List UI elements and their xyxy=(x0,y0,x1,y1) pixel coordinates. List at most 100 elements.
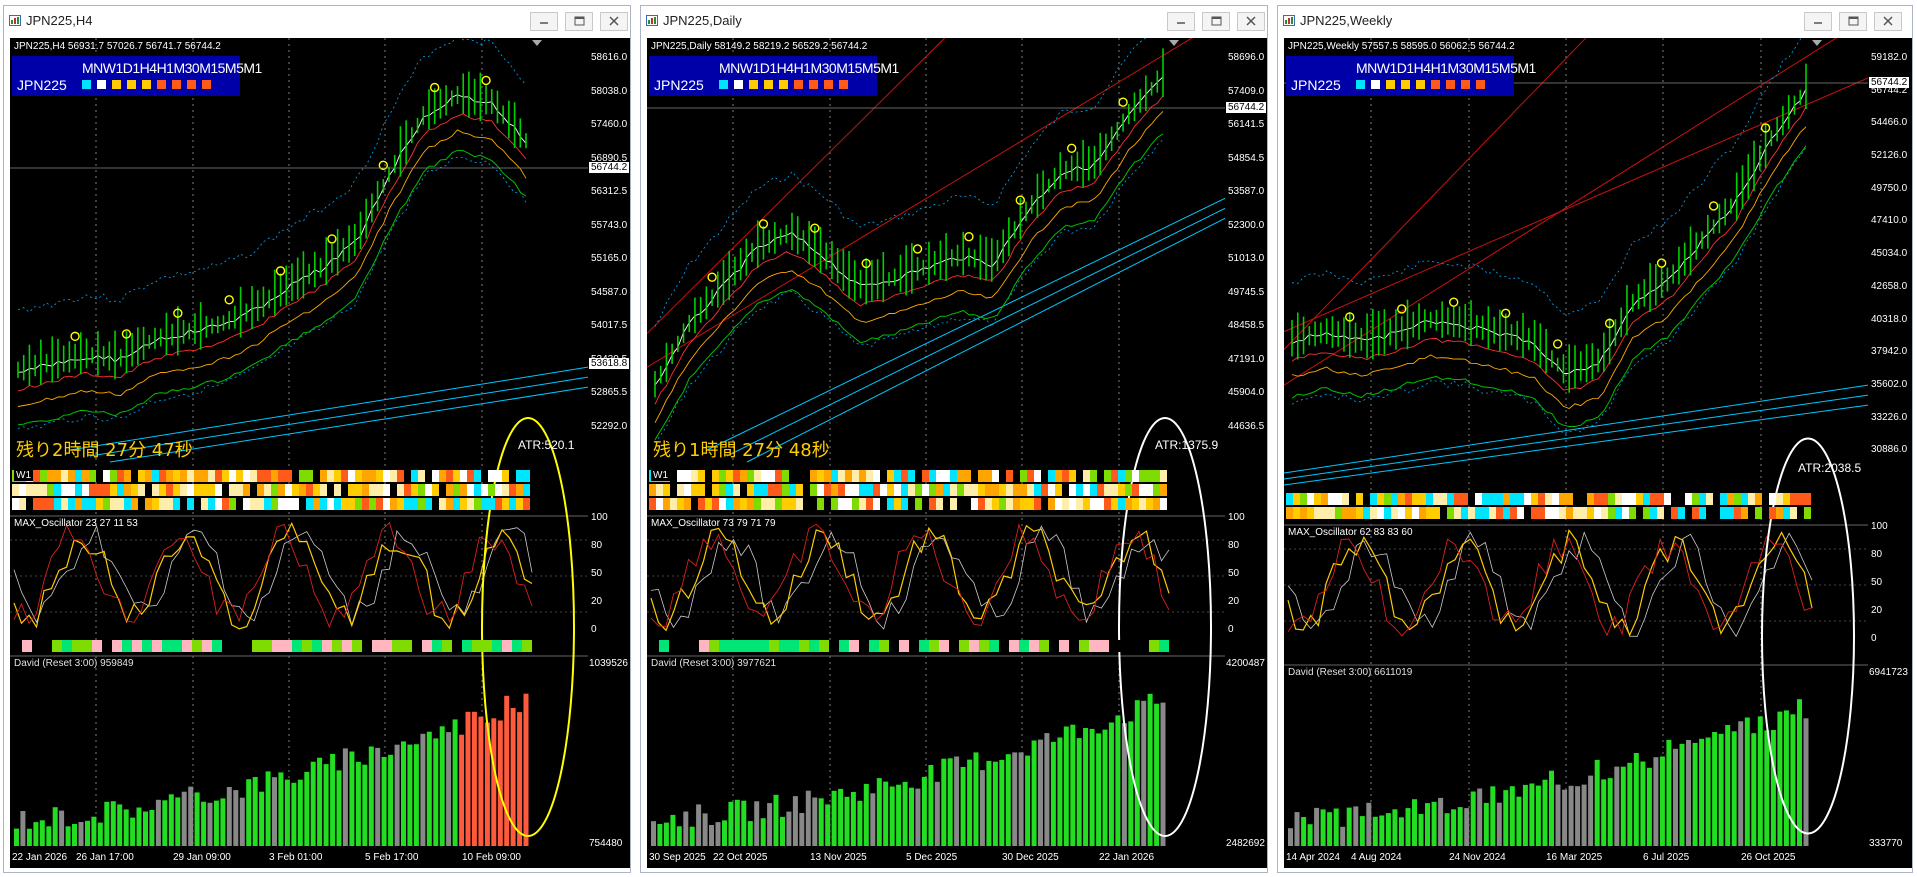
timeframe-square xyxy=(1446,80,1455,89)
chart-canvas[interactable]: 残り1時間 27分 48秒 ATR:1375.9 W1 MAX_Oscillator … xyxy=(647,38,1225,868)
stripe-cell xyxy=(1482,493,1489,505)
stripe-cell xyxy=(509,470,516,482)
signal-stripe xyxy=(649,484,1167,496)
stripe-cell xyxy=(236,470,243,482)
date-label: 14 Apr 2024 xyxy=(1286,852,1340,863)
minimize-button[interactable] xyxy=(1167,12,1195,31)
ma-orange xyxy=(17,129,527,407)
stripe-cell xyxy=(901,470,908,482)
stripe-cell xyxy=(873,484,880,496)
osc-tick: 100 xyxy=(1871,521,1888,532)
stripe-cell xyxy=(397,484,404,496)
window-titlebar[interactable]: JPN225,H4 xyxy=(4,6,630,36)
stripe-cell xyxy=(411,470,418,482)
stripe-cell xyxy=(747,470,754,482)
stripe-cell xyxy=(1363,493,1370,505)
chart-window-h4[interactable]: JPN225,H4 残り2時間 27分 47秒 ATR:520.1 W1 MAX_Os… xyxy=(3,5,631,873)
stripe-cell xyxy=(1055,484,1062,496)
chart-canvas[interactable]: ATR:2038.5 MAX_Oscillator 62 83 83 60 Davi… xyxy=(1284,38,1868,868)
window-titlebar[interactable]: JPN225,Daily xyxy=(641,6,1267,36)
maximize-button[interactable] xyxy=(565,12,593,31)
stripe-cell xyxy=(502,484,509,496)
stripe-cell xyxy=(698,498,705,510)
timeframe-row: MNW1D1H4H1M30M15M5M1 xyxy=(719,60,899,76)
stripe-cell xyxy=(810,470,817,482)
window-titlebar[interactable]: JPN225,Weekly xyxy=(1278,6,1912,36)
volume-tick: 1039526 xyxy=(589,658,628,669)
stripe-cell xyxy=(1076,498,1083,510)
stripe-cell xyxy=(1741,507,1748,519)
stripe-cell xyxy=(495,470,502,482)
stripe-cell xyxy=(278,470,285,482)
stripe-cell xyxy=(922,470,929,482)
volume-bar xyxy=(1607,778,1613,846)
stripe-cell xyxy=(969,640,979,652)
stripe-cell xyxy=(831,470,838,482)
stripe-cell xyxy=(159,484,166,496)
stripe-cell xyxy=(1468,507,1475,519)
stripe-cell xyxy=(705,498,712,510)
chart-window-weekly[interactable]: JPN225,Weekly ATR:2038.5 MAX_Oscillator 6… xyxy=(1277,5,1913,873)
close-button[interactable] xyxy=(600,12,628,31)
stripe-cell xyxy=(369,470,376,482)
maximize-button[interactable] xyxy=(1839,12,1867,31)
dropdown-triangle-icon[interactable] xyxy=(1169,40,1179,48)
stripe-cell xyxy=(250,470,257,482)
dropdown-triangle-icon[interactable] xyxy=(532,40,542,48)
volume-bar xyxy=(123,809,129,846)
timeframe-square xyxy=(779,80,788,89)
stripe-cell xyxy=(96,470,103,482)
osc-tick: 20 xyxy=(591,596,603,607)
price-tick: 54466.0 xyxy=(1871,117,1908,129)
stripe-cell xyxy=(432,470,439,482)
stripe-cell xyxy=(1125,470,1132,482)
stripe-cell xyxy=(243,484,250,496)
stripe-cell xyxy=(1405,507,1412,519)
stripe-cell xyxy=(859,640,869,652)
stripe-cell xyxy=(327,484,334,496)
close-button[interactable] xyxy=(1874,12,1902,31)
volume-bar xyxy=(155,799,161,846)
stripe-cell xyxy=(382,640,392,652)
chart-canvas[interactable]: 残り2時間 27分 47秒 ATR:520.1 W1 MAX_Oscillator 2… xyxy=(10,38,588,868)
volume-bar xyxy=(1379,815,1385,846)
stripe-cell xyxy=(1650,493,1657,505)
candle-timer-label: 残り1時間 27分 48秒 xyxy=(653,440,830,461)
stripe-cell xyxy=(131,498,138,510)
stripe-cell xyxy=(949,640,959,652)
volume-bar xyxy=(1803,718,1809,846)
maximize-button[interactable] xyxy=(1202,12,1230,31)
osc-tick: 80 xyxy=(1228,540,1240,551)
stripe-cell xyxy=(306,484,313,496)
minimize-button[interactable] xyxy=(1804,12,1832,31)
stripe-cell xyxy=(383,498,390,510)
minimize-button[interactable] xyxy=(530,12,558,31)
stripe-cell xyxy=(488,484,495,496)
stripe-cell xyxy=(352,640,362,652)
stripe-cell xyxy=(75,484,82,496)
date-label: 10 Feb 09:00 xyxy=(462,852,521,863)
timeframe-square xyxy=(1401,80,1410,89)
volume-bar xyxy=(226,787,232,846)
stripe-cell xyxy=(747,498,754,510)
stripe-cell xyxy=(705,470,712,482)
stripe-cell xyxy=(908,470,915,482)
stripe-cell xyxy=(32,640,42,652)
date-label: 5 Dec 2025 xyxy=(906,852,958,863)
volume-bar xyxy=(1031,740,1037,846)
stripe-cell xyxy=(1713,493,1720,505)
dropdown-triangle-icon[interactable] xyxy=(1812,40,1822,48)
stripe-cell xyxy=(54,484,61,496)
timeframe-square xyxy=(1416,80,1425,89)
volume-bar xyxy=(1627,762,1633,846)
volume-bar xyxy=(1509,786,1515,846)
stripe-cell xyxy=(1153,484,1160,496)
stripe-cell xyxy=(19,498,26,510)
stripe-cell xyxy=(1531,507,1538,519)
close-button[interactable] xyxy=(1237,12,1265,31)
chart-window-daily[interactable]: JPN225,Daily 残り1時間 27分 48秒 ATR:1375.9 W1 MA… xyxy=(640,5,1268,873)
stripe-cell xyxy=(264,470,271,482)
date-label: 6 Jul 2025 xyxy=(1643,852,1690,863)
stripe-cell xyxy=(726,470,733,482)
price-tick: 49745.5 xyxy=(1228,286,1265,298)
